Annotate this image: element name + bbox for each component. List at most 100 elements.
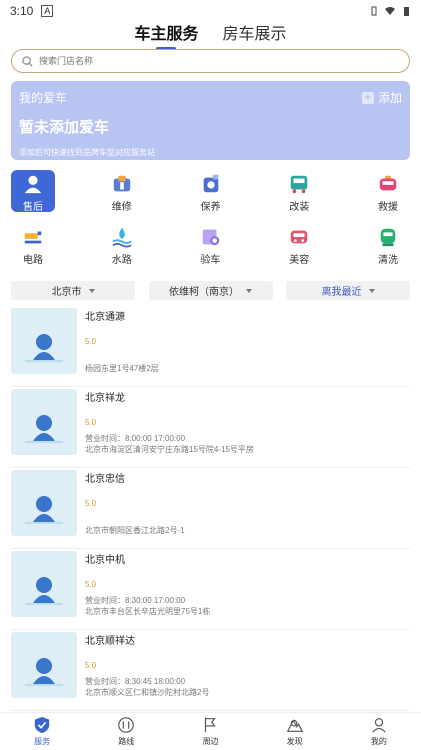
search-bar[interactable] bbox=[11, 49, 410, 73]
battery-icon bbox=[404, 7, 409, 16]
my-car-header: 我的爱车 bbox=[19, 91, 68, 105]
category-label: 美容 bbox=[289, 255, 310, 266]
category-label: 救援 bbox=[378, 202, 398, 213]
wash-icon bbox=[380, 228, 396, 247]
circuit-icon bbox=[24, 231, 42, 244]
category-beauty[interactable]: 美容 bbox=[277, 223, 321, 266]
city-filter[interactable]: 北京市 bbox=[11, 281, 135, 300]
category-wash[interactable]: 清洗 bbox=[366, 223, 410, 266]
tab-owner-service[interactable]: 车主服务 bbox=[134, 16, 199, 50]
tab-label: 服务 bbox=[34, 737, 51, 746]
shop-name: 北京通源 bbox=[85, 312, 125, 323]
inspect-icon bbox=[202, 229, 219, 246]
rescue-car-icon bbox=[379, 175, 397, 191]
water-icon bbox=[112, 227, 132, 248]
chevron-down-icon bbox=[368, 288, 375, 293]
shop-thumbnail bbox=[11, 470, 77, 536]
tab-service[interactable]: 服务 bbox=[12, 713, 72, 750]
filter-bar: 北京市 依维柯（南京） 离我最近 bbox=[11, 281, 410, 300]
service-person-icon bbox=[24, 175, 42, 194]
mechanic-illustration-icon bbox=[25, 496, 63, 524]
tab-label: 发现 bbox=[286, 737, 303, 746]
search-input[interactable] bbox=[39, 56, 399, 66]
list-item[interactable]: 北京忠信 5.0 北京市朝阳区香江北路2号-1 bbox=[11, 468, 410, 549]
category-maintenance[interactable]: 保养 bbox=[189, 170, 233, 213]
flag-icon bbox=[205, 717, 217, 733]
tab-label: 周边 bbox=[202, 737, 219, 746]
shop-thumbnail bbox=[11, 632, 77, 698]
tab-mine[interactable]: 我的 bbox=[349, 713, 409, 750]
list-item[interactable]: 北京通源 5.0 杨园东里1号47楼2层 bbox=[11, 306, 410, 387]
beauty-car-icon bbox=[291, 230, 308, 244]
shop-name: 北京中机 bbox=[85, 555, 125, 566]
shop-hours: 营业时间：8:30:45 18:00:00 bbox=[85, 677, 186, 686]
oil-can-icon bbox=[203, 174, 218, 193]
category-label: 改装 bbox=[289, 202, 310, 213]
list-item[interactable]: 北京祥龙 5.0 营业时间：8:00:00 17:00:00 北京市海淀区清河安… bbox=[11, 387, 410, 468]
tab-nearby[interactable]: 周边 bbox=[180, 713, 240, 750]
category-waterway[interactable]: 水路 bbox=[100, 223, 144, 266]
shop-address: 北京市顺义区仁和镇沙陀村北路2号 bbox=[85, 688, 210, 697]
shop-score: 5.0 bbox=[85, 499, 97, 508]
category-label: 水路 bbox=[111, 255, 132, 266]
plus-icon: + bbox=[361, 91, 374, 104]
no-car-title: 暂未添加爱车 bbox=[19, 119, 110, 136]
shop-score: 5.0 bbox=[85, 661, 97, 670]
mechanic-illustration-icon bbox=[25, 334, 63, 362]
route-icon bbox=[118, 717, 135, 733]
shop-address: 北京市朝阳区香江北路2号-1 bbox=[85, 526, 185, 535]
category-after-sales[interactable]: 售后 bbox=[11, 170, 55, 213]
add-car-label: 添加 bbox=[377, 91, 402, 105]
chevron-down-icon bbox=[88, 288, 95, 293]
bottom-tab-bar: 服务 路线 周边 发现 我的 bbox=[0, 712, 421, 750]
shop-thumbnail bbox=[11, 308, 77, 374]
no-car-subtitle: 添加后可快速找到品牌车型对应服务站 bbox=[19, 148, 155, 157]
bus-icon bbox=[291, 175, 308, 194]
shop-thumbnail bbox=[11, 551, 77, 617]
sort-filter-label: 离我最近 bbox=[321, 287, 362, 298]
shop-name: 北京忠信 bbox=[85, 474, 125, 485]
category-label: 维修 bbox=[111, 202, 132, 213]
vibrate-icon bbox=[371, 6, 377, 16]
category-repair[interactable]: 维修 bbox=[100, 170, 144, 213]
wrench-icon bbox=[113, 175, 130, 192]
mechanic-illustration-icon bbox=[25, 415, 63, 443]
list-item[interactable]: 北京顺祥达 5.0 营业时间：8:30:45 18:00:00 北京市顺义区仁和… bbox=[11, 630, 410, 711]
chevron-down-icon bbox=[246, 288, 252, 293]
category-inspection[interactable]: 验车 bbox=[189, 223, 233, 266]
category-modify[interactable]: 改装 bbox=[277, 170, 321, 213]
category-label: 电路 bbox=[23, 255, 43, 266]
brand-filter-label: 依维柯（南京） bbox=[169, 287, 239, 298]
user-icon bbox=[372, 718, 386, 733]
tab-label: 我的 bbox=[370, 737, 387, 746]
sort-filter[interactable]: 离我最近 bbox=[286, 281, 410, 300]
shop-name: 北京顺祥达 bbox=[85, 636, 135, 647]
tab-discover[interactable]: 发现 bbox=[265, 713, 325, 750]
category-label: 保养 bbox=[200, 202, 221, 213]
shop-score: 5.0 bbox=[85, 337, 97, 346]
brand-filter[interactable]: 依维柯（南京） bbox=[148, 281, 273, 300]
add-car-button[interactable]: + 添加 bbox=[361, 89, 402, 106]
shop-address: 北京市丰台区长辛店光明里75号1栋 bbox=[85, 607, 211, 616]
tab-route[interactable]: 路线 bbox=[96, 713, 156, 750]
tab-rv-showcase[interactable]: 房车展示 bbox=[223, 16, 287, 46]
wifi-icon bbox=[385, 7, 395, 15]
shield-icon bbox=[34, 716, 50, 734]
category-circuit[interactable]: 电路 bbox=[11, 223, 55, 266]
status-icons bbox=[369, 6, 411, 16]
shop-hours: 营业时间：8:30:00 17:00:00 bbox=[85, 596, 186, 605]
service-category-grid: 售后 维修 保养 改装 救援 电路 水路 验车 美容 清洗 bbox=[11, 170, 410, 276]
top-tabs: 车主服务 房车展示 bbox=[0, 16, 421, 50]
discover-icon bbox=[286, 719, 303, 732]
mechanic-illustration-icon bbox=[25, 658, 63, 686]
list-item[interactable]: 北京中机 5.0 营业时间：8:30:00 17:00:00 北京市丰台区长辛店… bbox=[11, 549, 410, 630]
category-label: 验车 bbox=[200, 255, 221, 266]
shop-address: 北京市海淀区清河安宁庄东路15号院4-15号平房 bbox=[85, 445, 254, 454]
category-rescue[interactable]: 救援 bbox=[366, 170, 410, 213]
shop-score: 5.0 bbox=[85, 580, 97, 589]
search-icon bbox=[22, 55, 33, 67]
shop-hours: 营业时间：8:00:00 17:00:00 bbox=[85, 434, 186, 443]
city-filter-label: 北京市 bbox=[51, 287, 82, 298]
shop-thumbnail bbox=[11, 389, 77, 455]
shop-address: 杨园东里1号47楼2层 bbox=[85, 364, 159, 373]
